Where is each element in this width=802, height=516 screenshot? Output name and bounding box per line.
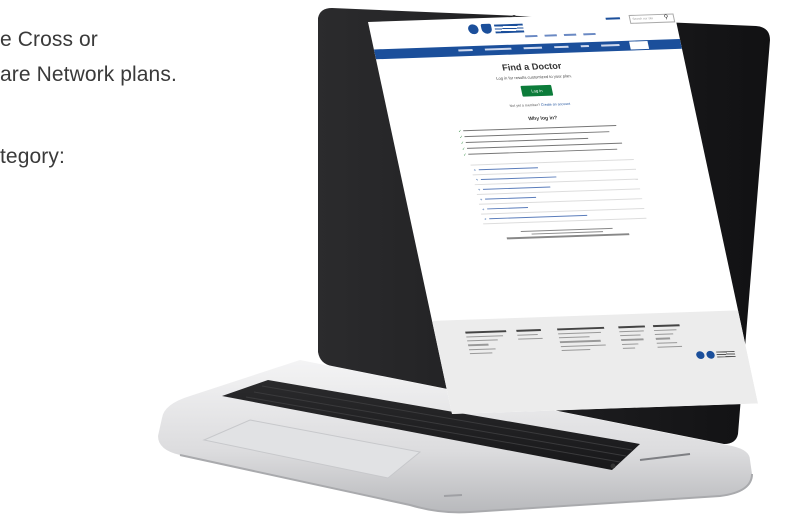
laptop-illustration: Search our site ⚲ Find a Doctor Log in f… xyxy=(0,0,802,516)
top-link[interactable] xyxy=(544,34,558,37)
plus-icon: + xyxy=(483,216,488,222)
bcbs-logo[interactable] xyxy=(467,23,525,35)
nav-item[interactable] xyxy=(580,45,590,48)
footer-logo[interactable] xyxy=(695,350,736,360)
top-link[interactable] xyxy=(563,33,577,36)
register-prompt: Not yet a member? Create an account xyxy=(386,98,693,112)
check-icon: ✓ xyxy=(458,134,464,140)
footer-column xyxy=(516,329,543,343)
check-icon: ✓ xyxy=(461,146,466,152)
main-content: Find a Doctor Log in for results customi… xyxy=(376,49,721,242)
nav-item[interactable] xyxy=(458,49,473,52)
logo-wordmark xyxy=(493,23,525,34)
benefit-list: ✓ ✓ ✓ ✓ ✓ xyxy=(458,123,637,157)
plus-icon: + xyxy=(477,186,481,192)
plus-icon: + xyxy=(473,167,477,173)
why-login-heading: Why log in? xyxy=(527,115,558,123)
check-icon: ✓ xyxy=(457,128,463,134)
register-prompt-text: Not yet a member? xyxy=(509,102,541,108)
footer-column xyxy=(652,324,685,350)
nav-item[interactable] xyxy=(600,43,620,47)
footer-column xyxy=(618,325,650,351)
plus-icon: + xyxy=(479,196,483,202)
help-note xyxy=(414,224,722,242)
cross-logo-icon xyxy=(467,24,480,35)
check-icon: ✓ xyxy=(460,140,465,146)
top-link[interactable] xyxy=(583,32,596,36)
footer-column xyxy=(465,330,511,357)
faq-accordion: + + + + + + xyxy=(470,158,647,225)
top-link[interactable] xyxy=(524,34,538,38)
nav-item[interactable] xyxy=(523,46,543,50)
footer-column xyxy=(556,326,609,354)
logo-wordmark xyxy=(716,351,736,358)
top-links xyxy=(524,32,596,38)
register-link[interactable]: Create an account xyxy=(541,102,571,107)
cross-logo-icon xyxy=(695,351,706,360)
login-button[interactable]: Log in xyxy=(519,84,554,97)
check-icon: ✓ xyxy=(462,151,468,157)
nav-active-tab[interactable] xyxy=(629,41,650,50)
shield-logo-icon xyxy=(705,350,716,359)
sign-in-link[interactable] xyxy=(605,17,621,20)
shield-logo-icon xyxy=(480,23,493,34)
plus-icon: + xyxy=(475,177,479,183)
plus-icon: + xyxy=(481,206,485,212)
nav-item[interactable] xyxy=(484,47,512,51)
nav-item[interactable] xyxy=(554,45,569,49)
site-footer xyxy=(432,310,758,414)
